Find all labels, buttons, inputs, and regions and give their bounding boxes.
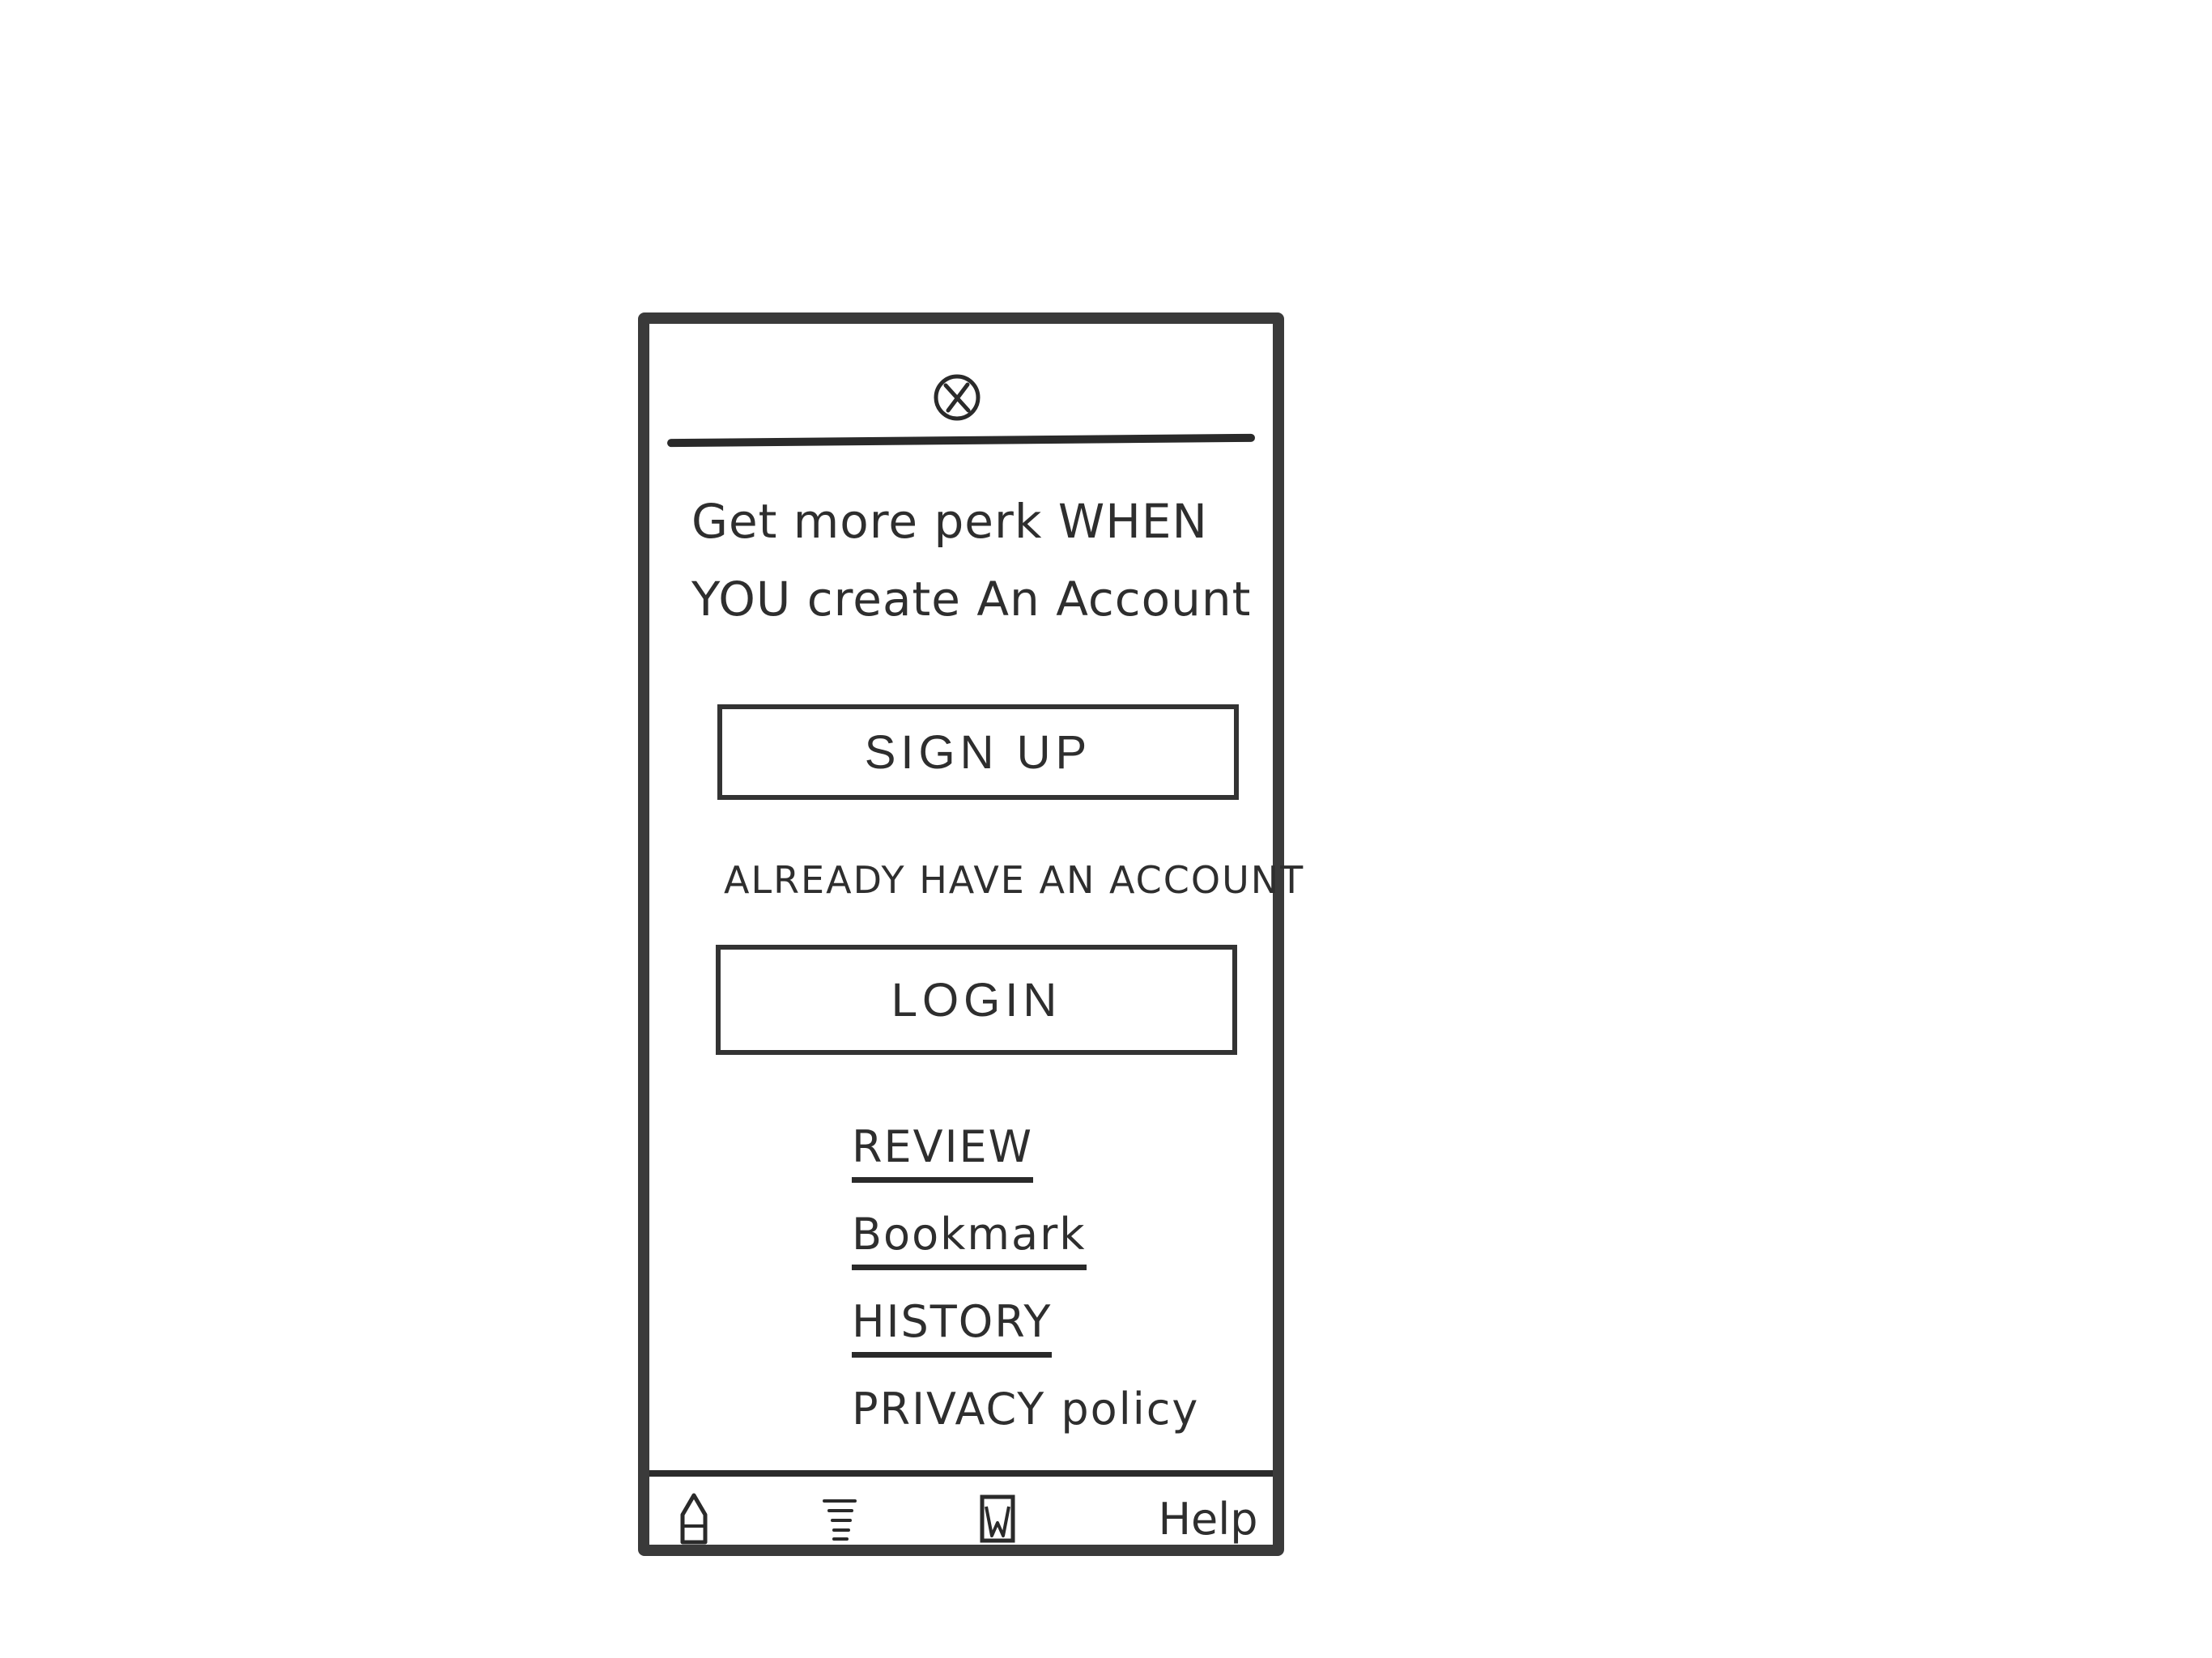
nav-help[interactable]: Help [1151,1486,1265,1551]
bottom-nav: Help [649,1477,1273,1556]
phone-frame: Get more perk WHEN YOU create An Account… [638,312,1303,1556]
link-item-bookmark: Bookmark [852,1209,1224,1296]
menu-icon [823,1499,857,1541]
login-button[interactable]: LOGIN [716,945,1237,1055]
login-prompt: ALREADY HAVE AN ACCOUNT [724,858,1305,902]
link-item-review: REVIEW [852,1121,1224,1209]
home-icon [680,1493,708,1545]
review-link[interactable]: REVIEW [852,1121,1034,1183]
link-item-history: HISTORY [852,1296,1224,1384]
nav-home[interactable] [674,1486,714,1551]
close-icon[interactable] [932,372,982,423]
bookmark-icon [980,1494,1015,1543]
bookmark-link[interactable]: Bookmark [852,1209,1087,1270]
nav-menu[interactable] [819,1486,860,1551]
nav-divider [649,1470,1273,1477]
promo-headline: Get more perk WHEN YOU create An Account [691,494,1252,627]
nav-bookmark[interactable] [977,1486,1018,1551]
link-item-privacy: PRIVACY policy [852,1384,1224,1471]
history-link[interactable]: HISTORY [852,1296,1053,1358]
signup-button[interactable]: SIGN UP [717,704,1239,800]
account-links: REVIEW Bookmark HISTORY PRIVACY policy [852,1121,1224,1471]
privacy-policy-link[interactable]: PRIVACY policy [852,1384,1199,1439]
header-divider [666,433,1256,448]
